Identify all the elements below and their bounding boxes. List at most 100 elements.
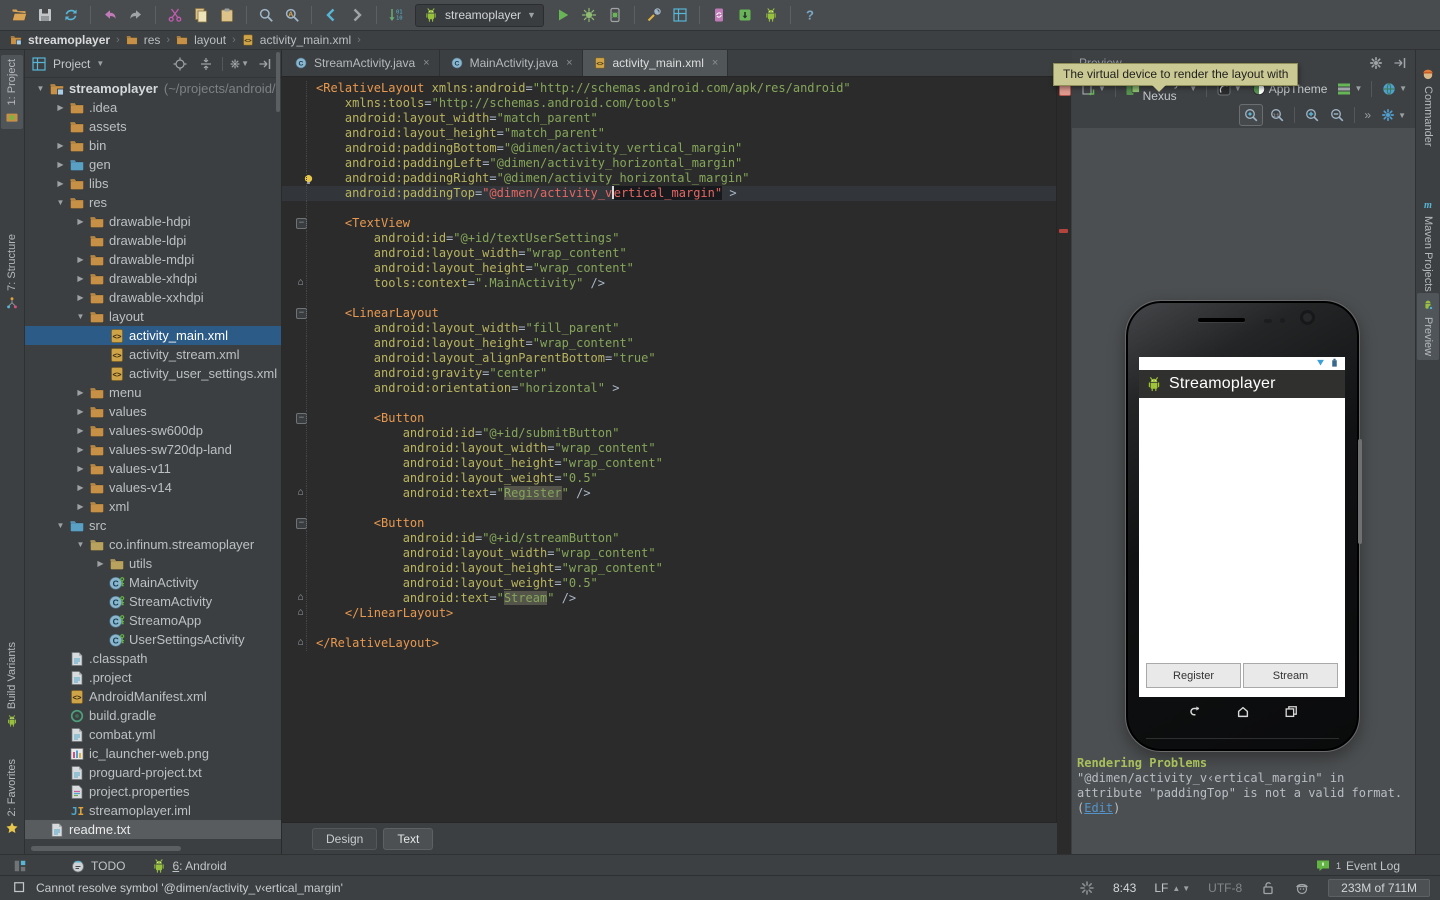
tree-collapsed-arrow-icon[interactable]: ▶ xyxy=(73,274,88,283)
code-line[interactable]: <RelativeLayout xmlns:android="http://sc… xyxy=(282,81,1057,96)
close-icon[interactable]: × xyxy=(566,57,572,69)
code-line[interactable]: android:layout_alignParentBottom="true" xyxy=(282,351,1057,366)
replace-button[interactable]: A xyxy=(279,3,305,27)
run-configuration-selector[interactable]: streamoplayer▼ xyxy=(415,4,544,27)
tree-item-values-v14[interactable]: ▶values-v14 xyxy=(25,478,281,497)
tree-item-src[interactable]: ▼src xyxy=(25,516,281,535)
project-structure-button[interactable] xyxy=(667,3,693,27)
fold-marker-icon[interactable]: − xyxy=(296,308,307,319)
code-line[interactable]: − <Button xyxy=(282,411,1057,426)
code-line[interactable]: android:layout_height="match_parent" xyxy=(282,126,1057,141)
tree-collapsed-arrow-icon[interactable]: ▶ xyxy=(93,559,108,568)
tree-item-layout[interactable]: ▼layout xyxy=(25,307,281,326)
tree-item-activity-main-xml[interactable]: <>activity_main.xml xyxy=(25,326,281,345)
tree-item-xml[interactable]: ▶xml xyxy=(25,497,281,516)
cut-button[interactable] xyxy=(162,3,188,27)
tree-item-ic-launcher-web-png[interactable]: ic_launcher-web.png xyxy=(25,744,281,763)
tree-collapsed-arrow-icon[interactable]: ▶ xyxy=(53,103,68,112)
tool-stripe-tab-1-project[interactable]: 1: Project xyxy=(1,55,23,129)
monitor-button[interactable] xyxy=(602,3,628,27)
code-line[interactable]: android:layout_height="wrap_content" xyxy=(282,456,1057,471)
tree-collapsed-arrow-icon[interactable]: ▶ xyxy=(73,445,88,454)
caret-position[interactable]: 8:43 xyxy=(1113,881,1136,895)
breadcrumb-item[interactable]: <>activity_main.xml xyxy=(240,32,351,48)
code-line[interactable]: android:layout_width="wrap_content" xyxy=(282,546,1057,561)
zoom-out-button[interactable] xyxy=(1326,105,1348,125)
code-line[interactable]: ⌂</RelativeLayout> xyxy=(282,636,1057,651)
tool-stripe-tab-2-favorites[interactable]: 2: Favorites xyxy=(1,755,23,840)
inspections-hector-icon[interactable] xyxy=(1294,880,1310,896)
code-line[interactable]: ⌂ </LinearLayout> xyxy=(282,606,1057,621)
code-line[interactable]: android:layout_height="wrap_content" xyxy=(282,261,1057,276)
tree-item-drawable-hdpi[interactable]: ▶drawable-hdpi xyxy=(25,212,281,231)
tree-item--classpath[interactable]: .classpath xyxy=(25,649,281,668)
paste-button[interactable] xyxy=(214,3,240,27)
code-line[interactable]: ⌂ android:text="Stream" /> xyxy=(282,591,1057,606)
code-line[interactable] xyxy=(282,291,1057,306)
lock-icon[interactable] xyxy=(1260,880,1276,896)
tree-item--idea[interactable]: ▶.idea xyxy=(25,98,281,117)
help-button[interactable]: ? xyxy=(797,3,823,27)
forward-button[interactable] xyxy=(344,3,370,27)
fold-end-marker-icon[interactable]: ⌂ xyxy=(296,593,305,602)
settings-button[interactable] xyxy=(641,3,667,27)
breadcrumb-item[interactable]: res xyxy=(124,32,161,48)
run-button[interactable] xyxy=(550,3,576,27)
code-line[interactable]: android:layout_height="wrap_content" xyxy=(282,561,1057,576)
android-tab[interactable]: 6: Android xyxy=(151,858,226,874)
compile-button[interactable]: 0110 xyxy=(383,3,409,27)
tree-collapsed-arrow-icon[interactable]: ▶ xyxy=(73,426,88,435)
line-ending-selector[interactable]: LF▲▼ xyxy=(1154,881,1190,895)
tree-expanded-arrow-icon[interactable]: ▼ xyxy=(33,84,48,93)
tool-stripe-tab-build-variants[interactable]: Build Variants xyxy=(1,638,23,733)
code-line[interactable]: android:id="@+id/submitButton" xyxy=(282,426,1057,441)
tree-collapsed-arrow-icon[interactable]: ▶ xyxy=(73,255,88,264)
code-line[interactable]: ⌂ android:text="Register" /> xyxy=(282,486,1057,501)
tree-item-build-gradle[interactable]: build.gradle xyxy=(25,706,281,725)
tree-item-combat-yml[interactable]: combat.yml xyxy=(25,725,281,744)
code-line[interactable]: android:layout_height="wrap_content" xyxy=(282,336,1057,351)
code-line[interactable]: android:paddingBottom="@dimen/activity_v… xyxy=(282,141,1057,156)
tree-collapsed-arrow-icon[interactable]: ▶ xyxy=(73,388,88,397)
breadcrumb-item[interactable]: layout xyxy=(174,32,226,48)
tree-collapsed-arrow-icon[interactable]: ▶ xyxy=(73,407,88,416)
tree-collapsed-arrow-icon[interactable]: ▶ xyxy=(73,502,88,511)
memory-indicator[interactable]: 233M of 711M xyxy=(1328,879,1430,897)
editor-error-stripe[interactable] xyxy=(1056,77,1071,823)
register-button[interactable]: Register xyxy=(1146,663,1241,688)
avd-manager-button[interactable] xyxy=(732,3,758,27)
back-nav-icon[interactable] xyxy=(1186,705,1204,719)
close-icon[interactable]: × xyxy=(712,57,718,69)
close-icon[interactable]: × xyxy=(423,57,429,69)
tool-stripe-tab-7-structure[interactable]: 7: Structure xyxy=(1,230,23,315)
code-line[interactable]: android:paddingTop="@dimen/activity_vert… xyxy=(282,186,1057,201)
tree-item-streamactivity[interactable]: CStreamActivity xyxy=(25,592,281,611)
editor-tab-mainactivity-java[interactable]: CMainActivity.java× xyxy=(440,50,583,76)
tree-item-project-properties[interactable]: project.properties xyxy=(25,782,281,801)
layout-variant-button[interactable]: ▼ xyxy=(1333,79,1365,99)
fold-end-marker-icon[interactable]: ⌂ xyxy=(296,638,305,647)
tree-item-values-sw600dp[interactable]: ▶values-sw600dp xyxy=(25,421,281,440)
fold-end-marker-icon[interactable]: ⌂ xyxy=(296,608,305,617)
tree-item-res[interactable]: ▼res xyxy=(25,193,281,212)
editor-tab-streamactivity-java[interactable]: CStreamActivity.java× xyxy=(284,50,440,76)
code-editor[interactable]: <RelativeLayout xmlns:android="http://sc… xyxy=(282,77,1057,823)
copy-button[interactable] xyxy=(188,3,214,27)
tree-item-readme-txt[interactable]: readme.txt xyxy=(25,820,281,839)
code-line[interactable] xyxy=(282,396,1057,411)
tool-stripe-tab-preview[interactable]: Preview xyxy=(1417,293,1439,360)
tree-collapsed-arrow-icon[interactable]: ▶ xyxy=(73,464,88,473)
code-line[interactable] xyxy=(282,201,1057,216)
encoding-selector[interactable]: UTF-8 xyxy=(1208,881,1242,895)
tree-item-drawable-mdpi[interactable]: ▶drawable-mdpi xyxy=(25,250,281,269)
tree-item-utils[interactable]: ▶utils xyxy=(25,554,281,573)
code-line[interactable]: android:layout_width="fill_parent" xyxy=(282,321,1057,336)
editor-tab-activity-main-xml[interactable]: <>activity_main.xml× xyxy=(583,50,729,76)
tree-item-mainactivity[interactable]: CMainActivity xyxy=(25,573,281,592)
tree-item-co-infinum-streamoplayer[interactable]: ▼co.infinum.streamoplayer xyxy=(25,535,281,554)
editor-mode-tab-design[interactable]: Design xyxy=(312,828,377,850)
tree-item-proguard-project-txt[interactable]: proguard-project.txt xyxy=(25,763,281,782)
fold-marker-icon[interactable]: − xyxy=(296,518,307,529)
tree-item-values-v11[interactable]: ▶values-v11 xyxy=(25,459,281,478)
tree-expanded-arrow-icon[interactable]: ▼ xyxy=(73,540,88,549)
